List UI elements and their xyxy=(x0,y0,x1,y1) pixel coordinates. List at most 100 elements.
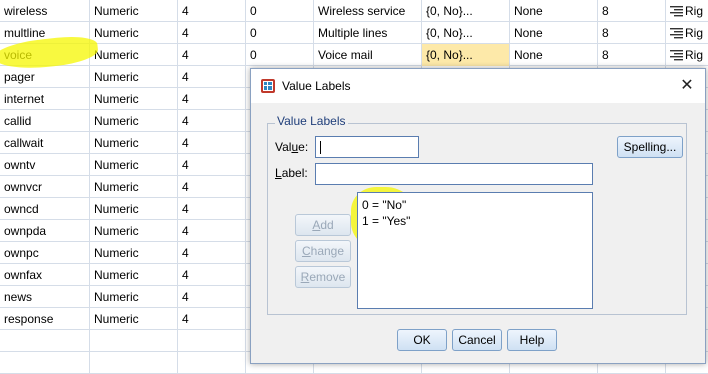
cell-name[interactable]: callid xyxy=(0,110,90,132)
cell-label[interactable]: Multiple lines xyxy=(314,22,422,44)
cell-width[interactable]: 4 xyxy=(178,198,246,220)
group-title: Value Labels xyxy=(275,114,348,128)
cell-type[interactable]: Numeric xyxy=(90,0,178,22)
list-item[interactable]: 0 = "No" xyxy=(362,197,406,213)
cell-name[interactable]: ownfax xyxy=(0,264,90,286)
close-icon[interactable]: ✕ xyxy=(675,74,699,98)
cell-width[interactable]: 4 xyxy=(178,220,246,242)
value-input[interactable] xyxy=(315,136,419,158)
cell-name[interactable]: pager xyxy=(0,66,90,88)
cell-columns[interactable]: 8 xyxy=(598,0,666,22)
cell-align[interactable]: Rig xyxy=(666,22,708,44)
table-row[interactable]: multline Numeric 4 0 Multiple lines {0, No}..… xyxy=(0,22,708,44)
value-field-label: Value: xyxy=(275,140,309,154)
cell-align[interactable]: Rig xyxy=(666,44,708,66)
change-button[interactable]: Change xyxy=(295,240,351,262)
cell-type[interactable]: Numeric xyxy=(90,220,178,242)
cell-width[interactable]: 4 xyxy=(178,264,246,286)
cell-name[interactable]: owncd xyxy=(0,198,90,220)
cell-type[interactable]: Numeric xyxy=(90,110,178,132)
cell-label[interactable]: Wireless service xyxy=(314,0,422,22)
cancel-button[interactable]: Cancel xyxy=(452,329,502,351)
cell-width[interactable]: 4 xyxy=(178,44,246,66)
cell-width[interactable]: 4 xyxy=(178,110,246,132)
cell-type[interactable] xyxy=(90,352,178,374)
cell-type[interactable]: Numeric xyxy=(90,44,178,66)
cell-type[interactable]: Numeric xyxy=(90,286,178,308)
cell-values[interactable]: {0, No}... xyxy=(422,22,510,44)
cell-type[interactable]: Numeric xyxy=(90,132,178,154)
cell-name[interactable]: callwait xyxy=(0,132,90,154)
cell-columns[interactable]: 8 xyxy=(598,44,666,66)
cell-width[interactable]: 4 xyxy=(178,308,246,330)
cell-name[interactable]: ownvcr xyxy=(0,176,90,198)
cell-missing[interactable]: None xyxy=(510,22,598,44)
cell-width[interactable]: 4 xyxy=(178,176,246,198)
cell-text: 4 xyxy=(182,136,189,150)
cell-name[interactable]: wireless xyxy=(0,0,90,22)
cell-name[interactable]: news xyxy=(0,286,90,308)
cell-type[interactable] xyxy=(90,330,178,352)
help-button[interactable]: Help xyxy=(507,329,557,351)
cell-name[interactable] xyxy=(0,330,90,352)
cell-width[interactable]: 4 xyxy=(178,242,246,264)
cell-name[interactable]: response xyxy=(0,308,90,330)
cell-type[interactable]: Numeric xyxy=(90,198,178,220)
cell-width[interactable]: 4 xyxy=(178,286,246,308)
cell-text: Multiple lines xyxy=(318,26,388,40)
cell-type[interactable]: Numeric xyxy=(90,88,178,110)
label-input[interactable] xyxy=(315,163,593,185)
cell-text: Numeric xyxy=(94,114,139,128)
cell-text: 4 xyxy=(182,92,189,106)
cell-type[interactable]: Numeric xyxy=(90,242,178,264)
cell-missing[interactable]: None xyxy=(510,44,598,66)
spelling-button[interactable]: Spelling... xyxy=(617,136,683,158)
cell-name[interactable]: ownpda xyxy=(0,220,90,242)
cell-type[interactable]: Numeric xyxy=(90,308,178,330)
cell-width[interactable] xyxy=(178,352,246,374)
cell-name[interactable]: internet xyxy=(0,88,90,110)
cell-width[interactable]: 4 xyxy=(178,0,246,22)
cell-decimals[interactable]: 0 xyxy=(246,0,314,22)
cell-text: 4 xyxy=(182,70,189,84)
cell-align[interactable]: Rig xyxy=(666,0,708,22)
cell-decimals[interactable]: 0 xyxy=(246,44,314,66)
cell-text: Numeric xyxy=(94,4,139,18)
cell-label[interactable]: Voice mail xyxy=(314,44,422,66)
cell-text: 4 xyxy=(182,48,189,62)
cell-width[interactable]: 4 xyxy=(178,132,246,154)
cell-width[interactable]: 4 xyxy=(178,88,246,110)
value-labels-list[interactable]: 0 = "No" 1 = "Yes" xyxy=(357,192,593,309)
cell-name[interactable] xyxy=(0,352,90,374)
remove-button[interactable]: Remove xyxy=(295,266,351,288)
table-row[interactable]: voiceNumeric40Voice mail{0, No}...None8R… xyxy=(0,44,708,66)
cell-text: Numeric xyxy=(94,70,139,84)
cell-text: wireless xyxy=(4,4,48,18)
cell-name[interactable]: owntv xyxy=(0,154,90,176)
cell-values[interactable]: {0, No}... xyxy=(422,0,510,22)
cell-width[interactable]: 4 xyxy=(178,22,246,44)
cell-name[interactable]: ownpc xyxy=(0,242,90,264)
cell-width[interactable]: 4 xyxy=(178,66,246,88)
cell-text: multline xyxy=(4,26,46,40)
add-button[interactable]: Add xyxy=(295,214,351,236)
table-row[interactable]: wireless Numeric 4 0 Wireless service {0, No}… xyxy=(0,0,708,22)
cell-values[interactable]: {0, No}... xyxy=(422,44,510,66)
cell-type[interactable]: Numeric xyxy=(90,66,178,88)
cell-missing[interactable]: None xyxy=(510,0,598,22)
cell-text: ownvcr xyxy=(4,180,43,194)
cell-text: owntv xyxy=(4,158,36,172)
value-labels-app-icon xyxy=(261,79,275,93)
cell-type[interactable]: Numeric xyxy=(90,264,178,286)
list-item[interactable]: 1 = "Yes" xyxy=(362,213,410,229)
cell-text: callid xyxy=(4,114,32,128)
ok-button[interactable]: OK xyxy=(397,329,447,351)
cell-type[interactable]: Numeric xyxy=(90,22,178,44)
cell-type[interactable]: Numeric xyxy=(90,154,178,176)
dialog-titlebar[interactable]: Value Labels ✕ xyxy=(251,69,705,103)
cell-type[interactable]: Numeric xyxy=(90,176,178,198)
cell-width[interactable] xyxy=(178,330,246,352)
cell-columns[interactable]: 8 xyxy=(598,22,666,44)
cell-decimals[interactable]: 0 xyxy=(246,22,314,44)
cell-width[interactable]: 4 xyxy=(178,154,246,176)
